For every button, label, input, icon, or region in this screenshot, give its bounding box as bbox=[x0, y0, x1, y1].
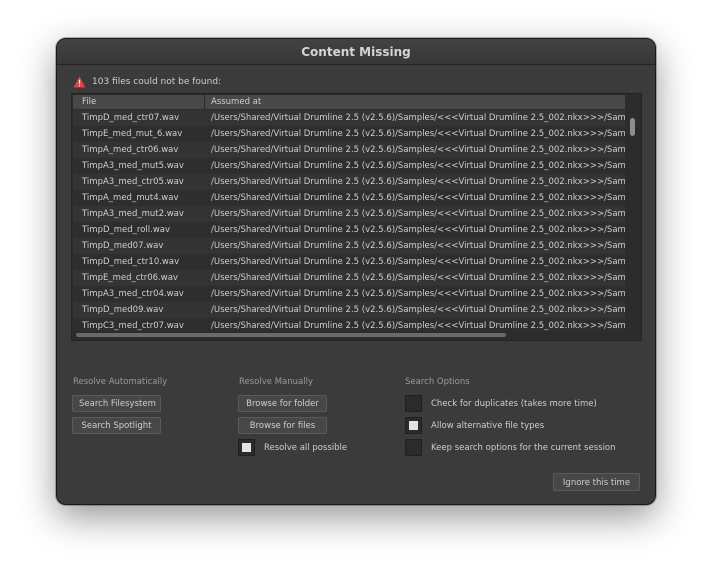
assumed-path-cell: /Users/Shared/Virtual Drumline 2.5 (v2.5… bbox=[211, 273, 625, 283]
resolve-all-possible-checkbox[interactable] bbox=[238, 439, 255, 456]
file-name-cell: TimpA_med_mut4.wav bbox=[82, 193, 179, 203]
table-row[interactable]: TimpD_med09.wav/Users/Shared/Virtual Dru… bbox=[73, 302, 625, 318]
file-name-cell: TimpA_med_ctr06.wav bbox=[82, 145, 179, 155]
assumed-path-cell: /Users/Shared/Virtual Drumline 2.5 (v2.5… bbox=[211, 305, 625, 315]
vertical-scrollbar[interactable] bbox=[626, 110, 640, 331]
table-row[interactable]: TimpD_med_ctr10.wav/Users/Shared/Virtual… bbox=[73, 254, 625, 270]
missing-files-table[interactable]: File Assumed at TimpD_med_ctr07.wav/User… bbox=[71, 93, 642, 341]
file-name-cell: TimpA3_med_mut2.wav bbox=[82, 209, 184, 219]
check-duplicates-label: Check for duplicates (takes more time) bbox=[431, 398, 597, 409]
column-header-assumed-at[interactable]: Assumed at bbox=[211, 95, 261, 109]
table-row[interactable]: TimpA_med_mut4.wav/Users/Shared/Virtual … bbox=[73, 190, 625, 206]
search-filesystem-button[interactable]: Search Filesystem bbox=[72, 395, 161, 412]
file-name-cell: TimpD_med_roll.wav bbox=[82, 225, 171, 235]
table-row[interactable]: TimpE_med_ctr06.wav/Users/Shared/Virtual… bbox=[73, 270, 625, 286]
assumed-path-cell: /Users/Shared/Virtual Drumline 2.5 (v2.5… bbox=[211, 129, 625, 139]
file-name-cell: TimpE_med_mut_6.wav bbox=[82, 129, 183, 139]
column-header-file[interactable]: File bbox=[82, 95, 96, 109]
assumed-path-cell: /Users/Shared/Virtual Drumline 2.5 (v2.5… bbox=[211, 257, 625, 267]
table-row[interactable]: TimpD_med_ctr07.wav/Users/Shared/Virtual… bbox=[73, 110, 625, 126]
ignore-this-time-button[interactable]: Ignore this time bbox=[553, 473, 640, 491]
column-divider[interactable] bbox=[204, 95, 205, 109]
file-name-cell: TimpC3_med_ctr07.wav bbox=[82, 321, 184, 331]
browse-for-files-button[interactable]: Browse for files bbox=[238, 417, 327, 434]
table-row[interactable]: TimpA3_med_mut5.wav/Users/Shared/Virtual… bbox=[73, 158, 625, 174]
table-row[interactable]: TimpC3_med_ctr07.wav/Users/Shared/Virtua… bbox=[73, 318, 625, 331]
file-name-cell: TimpE_med_ctr06.wav bbox=[82, 273, 178, 283]
assumed-path-cell: /Users/Shared/Virtual Drumline 2.5 (v2.5… bbox=[211, 321, 625, 331]
resolve-all-possible-label: Resolve all possible bbox=[264, 442, 348, 453]
horizontal-scroll-thumb[interactable] bbox=[76, 333, 506, 337]
horizontal-scrollbar[interactable] bbox=[73, 331, 625, 339]
allow-alternative-file-types-option[interactable]: Allow alternative file types bbox=[405, 417, 544, 434]
file-name-cell: TimpA3_med_mut5.wav bbox=[82, 161, 184, 171]
check-duplicates-option[interactable]: Check for duplicates (takes more time) bbox=[405, 395, 597, 412]
assumed-path-cell: /Users/Shared/Virtual Drumline 2.5 (v2.5… bbox=[211, 289, 625, 299]
file-name-cell: TimpD_med_ctr07.wav bbox=[82, 113, 180, 123]
table-row[interactable]: TimpD_med07.wav/Users/Shared/Virtual Dru… bbox=[73, 238, 625, 254]
table-row[interactable]: TimpA3_med_mut2.wav/Users/Shared/Virtual… bbox=[73, 206, 625, 222]
search-options-label: Search Options bbox=[405, 377, 470, 387]
assumed-path-cell: /Users/Shared/Virtual Drumline 2.5 (v2.5… bbox=[211, 209, 625, 219]
warning-message: 103 files could not be found: bbox=[73, 75, 221, 89]
browse-for-folder-button[interactable]: Browse for folder bbox=[238, 395, 327, 412]
vertical-scroll-thumb[interactable] bbox=[630, 118, 635, 136]
file-name-cell: TimpD_med09.wav bbox=[82, 305, 164, 315]
dialog-title: Content Missing bbox=[57, 39, 655, 65]
keep-search-options-label: Keep search options for the current sess… bbox=[431, 442, 616, 453]
table-row[interactable]: TimpD_med_roll.wav/Users/Shared/Virtual … bbox=[73, 222, 625, 238]
assumed-path-cell: /Users/Shared/Virtual Drumline 2.5 (v2.5… bbox=[211, 113, 625, 123]
file-name-cell: TimpA3_med_ctr04.wav bbox=[82, 289, 184, 299]
resolve-all-possible-option[interactable]: Resolve all possible bbox=[238, 439, 347, 456]
allow-alternative-file-types-label: Allow alternative file types bbox=[431, 420, 545, 431]
table-row[interactable]: TimpA_med_ctr06.wav/Users/Shared/Virtual… bbox=[73, 142, 625, 158]
assumed-path-cell: /Users/Shared/Virtual Drumline 2.5 (v2.5… bbox=[211, 193, 625, 203]
search-spotlight-button[interactable]: Search Spotlight bbox=[72, 417, 161, 434]
assumed-path-cell: /Users/Shared/Virtual Drumline 2.5 (v2.5… bbox=[211, 241, 625, 251]
file-name-cell: TimpD_med_ctr10.wav bbox=[82, 257, 180, 267]
assumed-path-cell: /Users/Shared/Virtual Drumline 2.5 (v2.5… bbox=[211, 145, 625, 155]
keep-search-options-checkbox[interactable] bbox=[405, 439, 422, 456]
warning-text: 103 files could not be found: bbox=[92, 77, 222, 87]
table-body: TimpD_med_ctr07.wav/Users/Shared/Virtual… bbox=[73, 110, 625, 331]
resolve-manually-label: Resolve Manually bbox=[239, 377, 313, 387]
file-name-cell: TimpD_med07.wav bbox=[82, 241, 164, 251]
allow-alternative-file-types-checkbox[interactable] bbox=[405, 417, 422, 434]
table-row[interactable]: TimpA3_med_ctr05.wav/Users/Shared/Virtua… bbox=[73, 174, 625, 190]
file-name-cell: TimpA3_med_ctr05.wav bbox=[82, 177, 184, 187]
table-row[interactable]: TimpA3_med_ctr04.wav/Users/Shared/Virtua… bbox=[73, 286, 625, 302]
table-row[interactable]: TimpE_med_mut_6.wav/Users/Shared/Virtual… bbox=[73, 126, 625, 142]
content-missing-dialog: Content Missing 103 files could not be f… bbox=[56, 38, 656, 505]
assumed-path-cell: /Users/Shared/Virtual Drumline 2.5 (v2.5… bbox=[211, 161, 625, 171]
warning-icon bbox=[73, 76, 86, 88]
table-header: File Assumed at bbox=[73, 95, 625, 109]
check-duplicates-checkbox[interactable] bbox=[405, 395, 422, 412]
assumed-path-cell: /Users/Shared/Virtual Drumline 2.5 (v2.5… bbox=[211, 225, 625, 235]
resolve-automatically-label: Resolve Automatically bbox=[73, 377, 168, 387]
assumed-path-cell: /Users/Shared/Virtual Drumline 2.5 (v2.5… bbox=[211, 177, 625, 187]
keep-search-options-option[interactable]: Keep search options for the current sess… bbox=[405, 439, 616, 456]
